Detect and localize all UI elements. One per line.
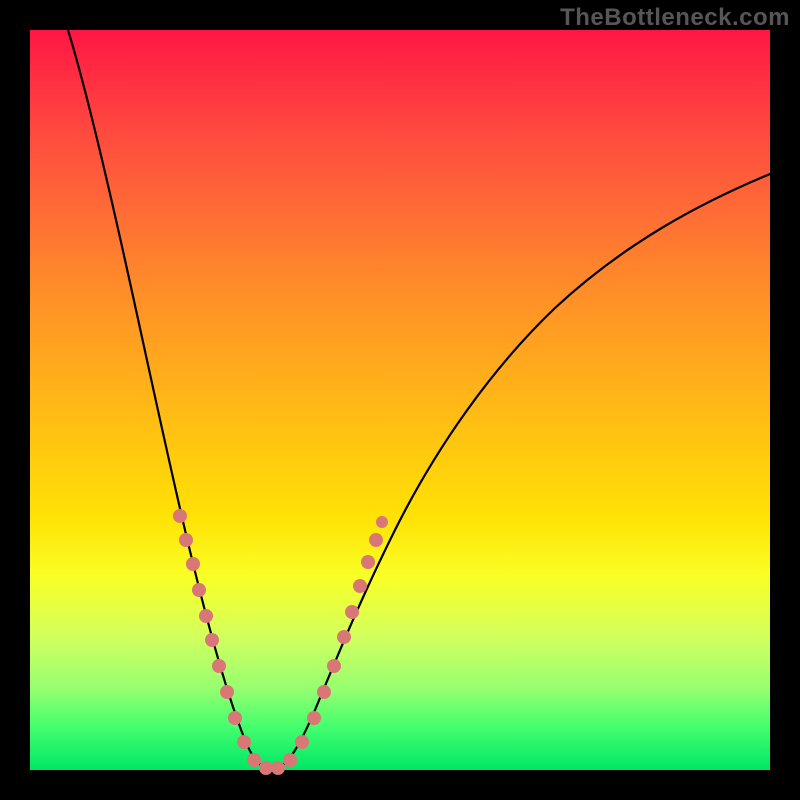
data-dot xyxy=(179,533,193,547)
watermark-text: TheBottleneck.com xyxy=(560,4,790,32)
stage: TheBottleneck.com xyxy=(0,0,800,800)
data-dot xyxy=(369,533,383,547)
data-dot xyxy=(173,509,187,523)
bottleneck-curves xyxy=(30,30,770,770)
data-dot xyxy=(353,579,367,593)
data-dot xyxy=(228,711,242,725)
data-dot xyxy=(327,659,341,673)
data-dot xyxy=(237,735,251,749)
left-curve xyxy=(68,30,273,768)
data-dot xyxy=(199,609,213,623)
data-dot xyxy=(361,555,375,569)
data-dot xyxy=(186,557,200,571)
data-dot xyxy=(212,659,226,673)
data-dot xyxy=(205,633,219,647)
data-dot xyxy=(307,711,321,725)
data-dot xyxy=(376,516,388,528)
data-dot xyxy=(317,685,331,699)
data-dot xyxy=(295,735,309,749)
data-dot xyxy=(337,630,351,644)
data-dot xyxy=(283,753,297,767)
plot-area xyxy=(30,30,770,770)
data-dot xyxy=(345,605,359,619)
data-dot xyxy=(220,685,234,699)
right-curve xyxy=(277,174,770,768)
data-dot xyxy=(192,583,206,597)
